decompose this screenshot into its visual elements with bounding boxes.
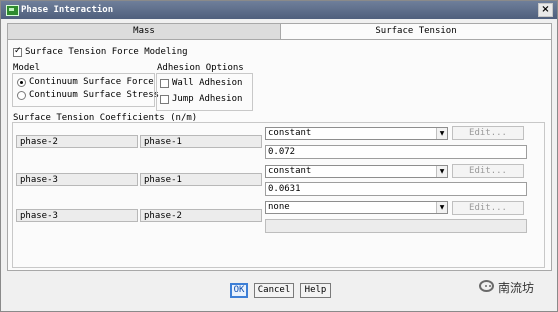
app-icon <box>6 5 19 16</box>
ok-button[interactable]: OK <box>230 283 248 298</box>
wechat-icon <box>479 280 494 292</box>
row2-method-select[interactable]: constant ▼ <box>265 165 448 178</box>
csf-label: Continuum Surface Force <box>29 77 154 87</box>
wall-adhesion-checkbox[interactable] <box>160 79 169 88</box>
tab-mass[interactable]: Mass <box>7 23 281 40</box>
row2-value-field[interactable]: 0.0631 <box>265 182 527 196</box>
row2-edit-button[interactable]: Edit... <box>452 164 524 178</box>
jump-adhesion-label: Jump Adhesion <box>172 94 243 104</box>
row2-phase-b: phase-1 <box>140 173 262 186</box>
row1-method-value: constant <box>268 128 312 138</box>
row1-method-select[interactable]: constant ▼ <box>265 127 448 140</box>
row3-method-value: none <box>268 202 290 212</box>
row1-phase-a: phase-2 <box>16 135 138 148</box>
dropdown-arrow-icon: ▼ <box>436 202 447 213</box>
row3-method-select[interactable]: none ▼ <box>265 201 448 214</box>
csf-radio[interactable] <box>17 78 26 87</box>
help-button[interactable]: Help <box>300 283 331 298</box>
adhesion-heading: Adhesion Options <box>157 63 244 73</box>
row3-phase-b: phase-2 <box>140 209 262 222</box>
row3-phase-a: phase-3 <box>16 209 138 222</box>
tab-bar: Mass Surface Tension <box>7 23 552 40</box>
modeling-label: Surface Tension Force Modeling <box>25 47 188 57</box>
row2-method-value: constant <box>268 166 312 176</box>
css-label: Continuum Surface Stress <box>29 90 160 100</box>
watermark-text: 南流坊 <box>498 281 535 295</box>
row2-phase-a: phase-3 <box>16 173 138 186</box>
row1-phase-b: phase-1 <box>140 135 262 148</box>
row1-value-field[interactable]: 0.072 <box>265 145 527 159</box>
surface-tension-panel: Surface Tension Force Modeling Model Con… <box>7 39 552 271</box>
wall-adhesion-label: Wall Adhesion <box>172 78 243 88</box>
title-bar[interactable]: Phase Interaction × <box>1 1 557 19</box>
window-title: Phase Interaction <box>21 5 114 15</box>
cancel-button[interactable]: Cancel <box>254 283 294 298</box>
row3-value-field[interactable] <box>265 219 527 233</box>
model-heading: Model <box>13 63 41 73</box>
row1-edit-button[interactable]: Edit... <box>452 126 524 140</box>
jump-adhesion-checkbox[interactable] <box>160 95 169 104</box>
modeling-checkbox[interactable] <box>13 46 22 57</box>
watermark: 南流坊 <box>479 277 549 297</box>
dropdown-arrow-icon: ▼ <box>436 166 447 177</box>
phase-interaction-dialog: Phase Interaction × Mass Surface Tension… <box>0 0 558 312</box>
tab-surface-tension[interactable]: Surface Tension <box>280 23 552 40</box>
dropdown-arrow-icon: ▼ <box>436 128 447 139</box>
css-radio[interactable] <box>17 91 26 100</box>
row3-edit-button[interactable]: Edit... <box>452 201 524 215</box>
close-button[interactable]: × <box>538 3 553 17</box>
